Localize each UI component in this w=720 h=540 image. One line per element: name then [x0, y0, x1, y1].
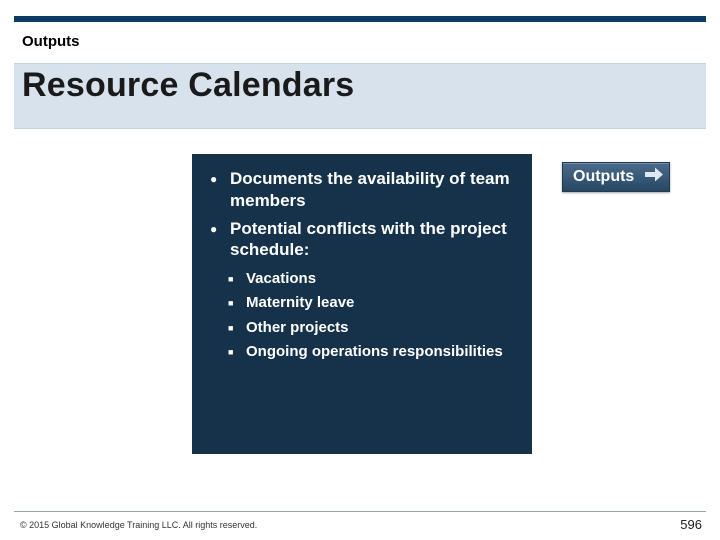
- list-item-label: Maternity leave: [246, 294, 354, 311]
- top-rule: [14, 16, 706, 22]
- slide: Outputs Resource Calendars Documents the…: [0, 0, 720, 540]
- list-item: Vacations: [228, 269, 514, 289]
- list-item: Maternity leave: [228, 293, 514, 313]
- arrow-right-icon: [645, 168, 663, 187]
- footer-rule: [14, 511, 706, 512]
- list-item-label: Ongoing operations responsibilities: [246, 343, 503, 360]
- list-item-label: Other projects: [246, 319, 349, 336]
- list-item: Other projects: [228, 318, 514, 338]
- outputs-badge-label: Outputs: [573, 168, 634, 186]
- list-item-label: Vacations: [246, 270, 316, 287]
- list-item: Potential conflicts with the project sch…: [210, 218, 514, 262]
- content-panel: Documents the availability of team membe…: [192, 154, 532, 454]
- outputs-badge: Outputs: [562, 162, 670, 192]
- list-item: Documents the availability of team membe…: [210, 168, 514, 212]
- bullet-list: Documents the availability of team membe…: [210, 168, 514, 261]
- list-item: Ongoing operations responsibilities: [228, 342, 514, 362]
- kicker-text: Outputs: [22, 33, 80, 50]
- copyright-text: © 2015 Global Knowledge Training LLC. Al…: [20, 520, 257, 530]
- list-item-label: Potential conflicts with the project sch…: [230, 219, 507, 260]
- sub-bullet-list: Vacations Maternity leave Other projects…: [228, 269, 514, 362]
- page-title: Resource Calendars: [22, 66, 354, 105]
- list-item-label: Documents the availability of team membe…: [230, 169, 510, 210]
- page-number: 596: [680, 517, 702, 532]
